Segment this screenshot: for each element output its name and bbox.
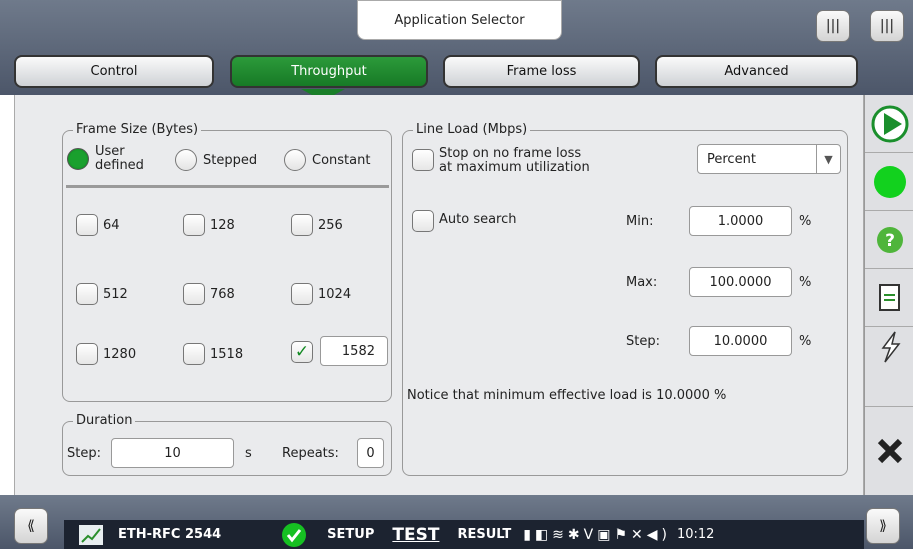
notice-text: Notice that minimum effective load is 10… — [407, 388, 727, 403]
max-label: Max: — [626, 275, 658, 290]
top-grip-handle-right[interactable]: ||| — [870, 10, 904, 42]
tab-bar: Control Throughput Frame loss Advanced — [14, 55, 864, 91]
status-bar: ETH-RFC 2544 SETUP TEST RESULT ▮◧≋✱V▣⚑✕◀… — [64, 520, 864, 549]
size-label: 128 — [210, 217, 235, 233]
step-label: Step: — [67, 446, 101, 461]
frame-size-title: Frame Size (Bytes) — [73, 122, 202, 137]
svg-text:?: ? — [885, 231, 895, 251]
size-label: 256 — [318, 217, 343, 233]
radio-selected-icon — [67, 148, 89, 170]
checkbox-size-768[interactable]: 768 — [183, 283, 235, 305]
test-name: ETH-RFC 2544 — [118, 527, 222, 542]
green-status-icon — [873, 165, 906, 198]
check-circle-icon — [282, 522, 307, 547]
step-unit: % — [799, 334, 812, 349]
application-selector[interactable]: Application Selector — [357, 0, 562, 40]
size-label: 512 — [103, 286, 128, 302]
size-label: 768 — [210, 286, 235, 302]
play-icon — [871, 105, 908, 142]
radio-user-defined-label: User defined — [95, 144, 144, 173]
radio-user-defined[interactable]: User defined — [67, 145, 144, 173]
checkbox-auto-search[interactable]: Auto search — [412, 210, 517, 232]
left-expand-button[interactable]: ⟪ — [14, 508, 48, 544]
auto-search-label: Auto search — [439, 212, 517, 227]
clock: 10:12 — [676, 527, 715, 542]
report-button[interactable] — [865, 269, 913, 327]
radio-stepped-label: Stepped — [203, 152, 258, 168]
checkmark-icon: ✓ — [291, 341, 313, 363]
tab-frame-loss[interactable]: Frame loss — [443, 55, 640, 88]
load-step-input[interactable]: 10.0000 — [689, 326, 792, 356]
radio-icon — [284, 149, 306, 171]
discover-button[interactable] — [865, 327, 913, 407]
help-icon: ? — [876, 226, 903, 253]
checkbox-size-512[interactable]: 512 — [76, 283, 128, 305]
checkbox-size-256[interactable]: 256 — [291, 214, 343, 236]
checkbox-stop-no-frame-loss[interactable]: Stop on no frame loss at maximum utiliza… — [412, 147, 590, 175]
duration-title: Duration — [73, 413, 136, 428]
load-step-label: Step: — [626, 334, 660, 349]
max-input[interactable]: 100.0000 — [689, 267, 792, 297]
test-button[interactable]: TEST — [392, 525, 439, 545]
help-button[interactable]: ? — [865, 211, 913, 269]
step-unit: s — [245, 446, 252, 461]
setup-button[interactable]: SETUP — [327, 527, 374, 542]
size-label: 1280 — [103, 346, 137, 362]
result-button[interactable]: RESULT — [457, 527, 511, 542]
radio-constant-label: Constant — [312, 152, 371, 168]
exit-button[interactable] — [865, 407, 913, 495]
checkbox-size-1280[interactable]: 1280 — [76, 343, 136, 365]
stop-label: Stop on no frame loss at maximum utiliza… — [439, 146, 590, 175]
right-sidebar: ? — [864, 95, 913, 495]
right-expand-button[interactable]: ⟫ — [866, 508, 900, 544]
load-mode-value: Percent — [707, 151, 756, 167]
checkbox-size-1024[interactable]: 1024 — [291, 283, 351, 305]
max-unit: % — [799, 275, 812, 290]
min-label: Min: — [626, 214, 654, 229]
lightning-icon — [881, 331, 901, 362]
radio-icon — [175, 149, 197, 171]
min-input[interactable]: 1.0000 — [689, 206, 792, 236]
duration-step-input[interactable]: 10 — [111, 438, 234, 468]
top-grip-handle[interactable]: ||| — [816, 10, 850, 42]
checkbox-size-custom[interactable]: ✓ — [291, 341, 313, 363]
line-load-title: Line Load (Mbps) — [413, 122, 531, 137]
size-label: 1024 — [318, 286, 352, 302]
play-button[interactable] — [865, 95, 913, 153]
repeats-label: Repeats: — [282, 446, 339, 461]
tab-control[interactable]: Control — [14, 55, 214, 88]
graph-icon — [79, 524, 103, 545]
repeats-input[interactable]: 0 — [357, 438, 384, 468]
size-label: 64 — [103, 217, 120, 233]
load-mode-select[interactable]: Percent ▼ — [697, 144, 841, 174]
divider — [66, 185, 389, 188]
min-unit: % — [799, 214, 812, 229]
report-icon — [878, 283, 900, 311]
tab-throughput[interactable]: Throughput — [230, 55, 428, 88]
custom-size-input[interactable]: 1582 — [320, 336, 388, 366]
checkbox-size-128[interactable]: 128 — [183, 214, 235, 236]
tab-advanced[interactable]: Advanced — [655, 55, 858, 88]
line-load-group: Line Load (Mbps) — [402, 122, 848, 476]
status-indicator — [865, 153, 913, 211]
radio-stepped[interactable]: Stepped — [175, 149, 257, 171]
checkbox-size-64[interactable]: 64 — [76, 214, 120, 236]
checkbox-size-1518[interactable]: 1518 — [183, 343, 243, 365]
radio-constant[interactable]: Constant — [284, 149, 370, 171]
close-icon — [877, 438, 902, 464]
system-status-icons: ▮◧≋✱V▣⚑✕◀) — [523, 526, 671, 543]
chevron-down-icon: ▼ — [816, 145, 840, 173]
size-label: 1518 — [210, 346, 244, 362]
